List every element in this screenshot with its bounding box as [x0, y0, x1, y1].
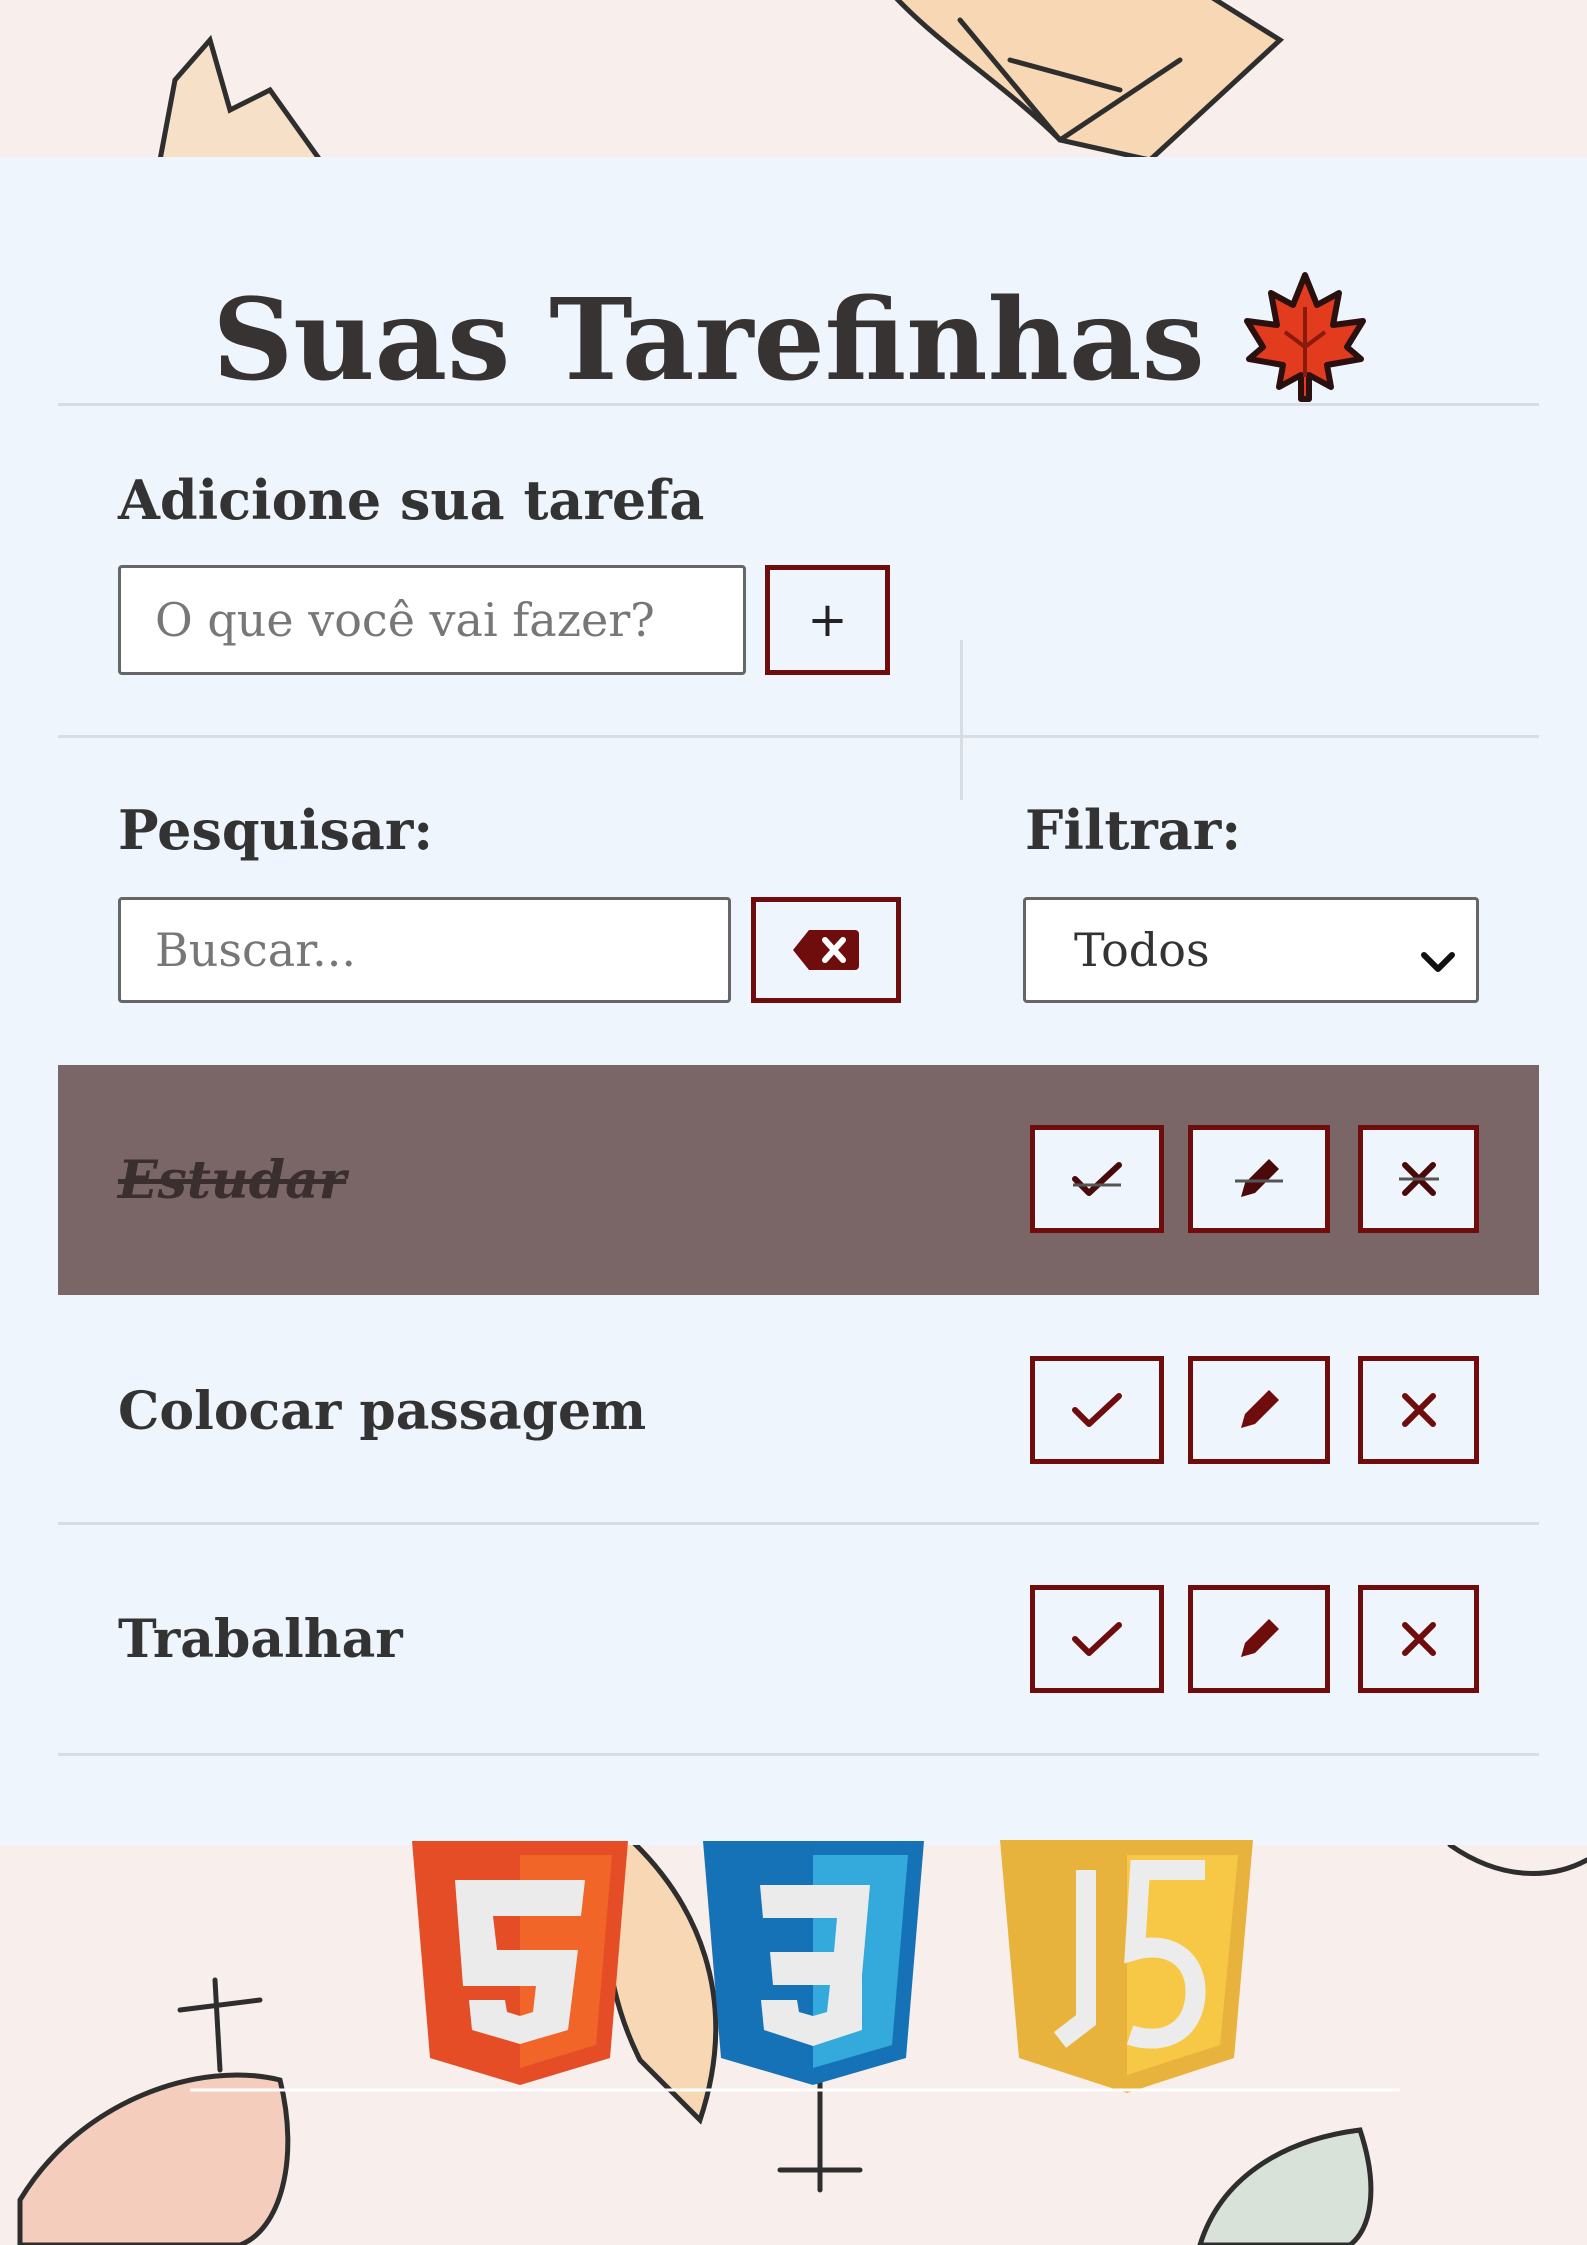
todo-divider — [58, 1753, 1539, 1756]
filter-label: Filtrar: — [1025, 798, 1242, 862]
add-task-button[interactable]: + — [765, 565, 890, 675]
pencil-icon — [1231, 1611, 1287, 1667]
todo-title: Trabalhar — [118, 1609, 403, 1670]
search-filter-separator — [960, 640, 963, 800]
clear-search-button[interactable] — [751, 897, 901, 1003]
chevron-down-icon — [1418, 934, 1458, 988]
plus-icon: + — [807, 592, 848, 648]
todo-title: Estudar — [118, 1150, 347, 1211]
edit-todo-button[interactable] — [1188, 1356, 1330, 1464]
backspace-icon — [791, 928, 861, 972]
pencil-icon — [1231, 1151, 1287, 1207]
finish-todo-button[interactable] — [1030, 1356, 1164, 1464]
edit-todo-button[interactable] — [1188, 1585, 1330, 1693]
todo-title: Colocar passagem — [118, 1381, 647, 1442]
html5-logo — [412, 1841, 628, 2085]
pencil-icon — [1231, 1382, 1287, 1438]
add-divider — [58, 735, 1539, 738]
check-icon — [1069, 1617, 1125, 1661]
tech-logos — [190, 1840, 1400, 2093]
page-title-text: Suas Tarefinhas — [212, 275, 1205, 406]
page-title: Suas Tarefinhas — [0, 267, 1587, 402]
task-input[interactable]: O que você vai fazer? — [118, 565, 746, 675]
finish-todo-button[interactable] — [1030, 1585, 1164, 1693]
filter-selected-value: Todos — [1074, 923, 1210, 977]
add-task-label: Adicione sua tarefa — [118, 468, 705, 532]
javascript-logo — [1000, 1840, 1253, 2093]
remove-todo-button[interactable] — [1358, 1356, 1479, 1464]
filter-select[interactable]: Todos — [1023, 897, 1479, 1003]
css3-logo — [703, 1841, 924, 2085]
edit-todo-button[interactable] — [1188, 1125, 1330, 1233]
search-input[interactable]: Buscar... — [118, 897, 731, 1003]
close-icon — [1397, 1157, 1441, 1201]
maple-leaf-icon — [1235, 267, 1375, 407]
remove-todo-button[interactable] — [1358, 1585, 1479, 1693]
close-icon — [1397, 1388, 1441, 1432]
check-icon — [1069, 1388, 1125, 1432]
close-icon — [1397, 1617, 1441, 1661]
finish-todo-button[interactable] — [1030, 1125, 1164, 1233]
title-divider — [58, 403, 1539, 406]
search-label: Pesquisar: — [118, 798, 434, 862]
check-icon — [1069, 1157, 1125, 1201]
remove-todo-button[interactable] — [1358, 1125, 1479, 1233]
